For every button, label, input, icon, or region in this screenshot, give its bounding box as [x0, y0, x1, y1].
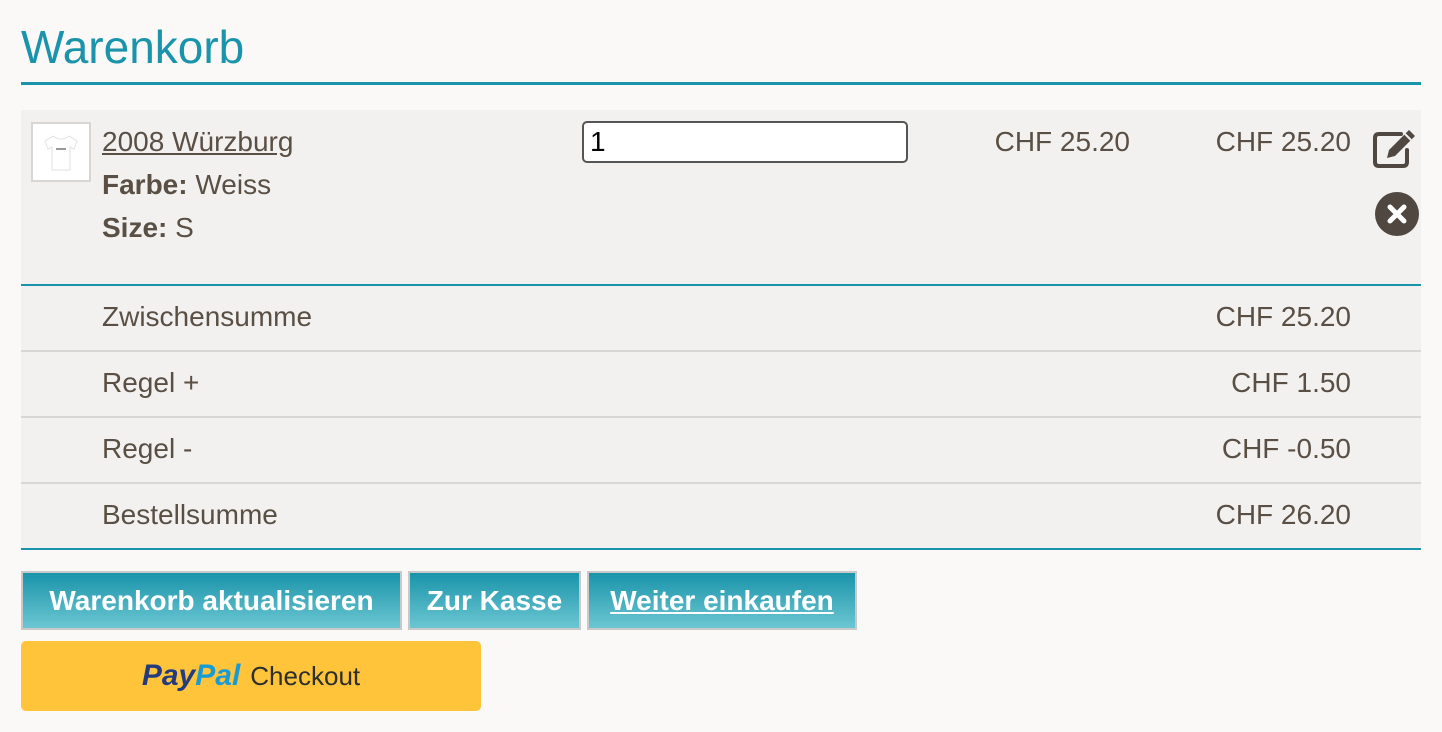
edit-icon[interactable]: [1371, 126, 1419, 170]
product-option-size: Size: S: [102, 212, 194, 244]
total-label: Bestellsumme: [102, 499, 278, 530]
continue-shopping-button[interactable]: Weiter einkaufen: [587, 571, 857, 630]
checkout-button[interactable]: Zur Kasse: [408, 571, 581, 630]
product-thumbnail[interactable]: [31, 122, 91, 182]
unit-price: CHF 25.20: [994, 126, 1130, 157]
cart-table: 2008 Würzburg Farbe: Weiss Size: S CHF 2…: [21, 110, 1421, 550]
option-value: Weiss: [195, 169, 272, 200]
tshirt-icon: [44, 135, 78, 171]
surcharge-row: Regel + CHF 1.50: [21, 352, 1421, 418]
page-title: Warenkorb: [21, 21, 245, 73]
total-value: CHF -0.50: [1221, 433, 1351, 464]
total-label: Regel -: [102, 433, 193, 464]
option-value: S: [175, 212, 194, 243]
option-label: Size:: [102, 212, 168, 243]
total-label: Regel +: [102, 367, 200, 398]
total-value: CHF 25.20: [1215, 301, 1351, 332]
update-cart-button[interactable]: Warenkorb aktualisieren: [21, 571, 402, 630]
remove-icon[interactable]: [1375, 192, 1419, 236]
paypal-logo-pay: Pay: [141, 659, 196, 692]
product-name-link[interactable]: 2008 Würzburg: [102, 126, 293, 158]
discount-row: Regel - CHF -0.50: [21, 418, 1421, 484]
subtotal-row: Zwischensumme CHF 25.20: [21, 286, 1421, 352]
total-value: CHF 26.20: [1215, 499, 1351, 530]
grand-total-row: Bestellsumme CHF 26.20: [21, 484, 1421, 550]
paypal-checkout-button[interactable]: Pay Pal Checkout: [21, 641, 481, 711]
paypal-checkout-label: Checkout: [250, 660, 361, 691]
total-label: Zwischensumme: [102, 301, 313, 332]
cart-item-row: 2008 Würzburg Farbe: Weiss Size: S CHF 2…: [21, 110, 1421, 286]
title-divider: [21, 82, 1421, 85]
line-total: CHF 25.20: [1215, 126, 1351, 157]
quantity-input[interactable]: [582, 121, 908, 163]
option-label: Farbe:: [102, 169, 188, 200]
total-value: CHF 1.50: [1231, 367, 1351, 398]
product-option-color: Farbe: Weiss: [102, 169, 271, 201]
paypal-logo-pal: Pal: [195, 659, 241, 692]
